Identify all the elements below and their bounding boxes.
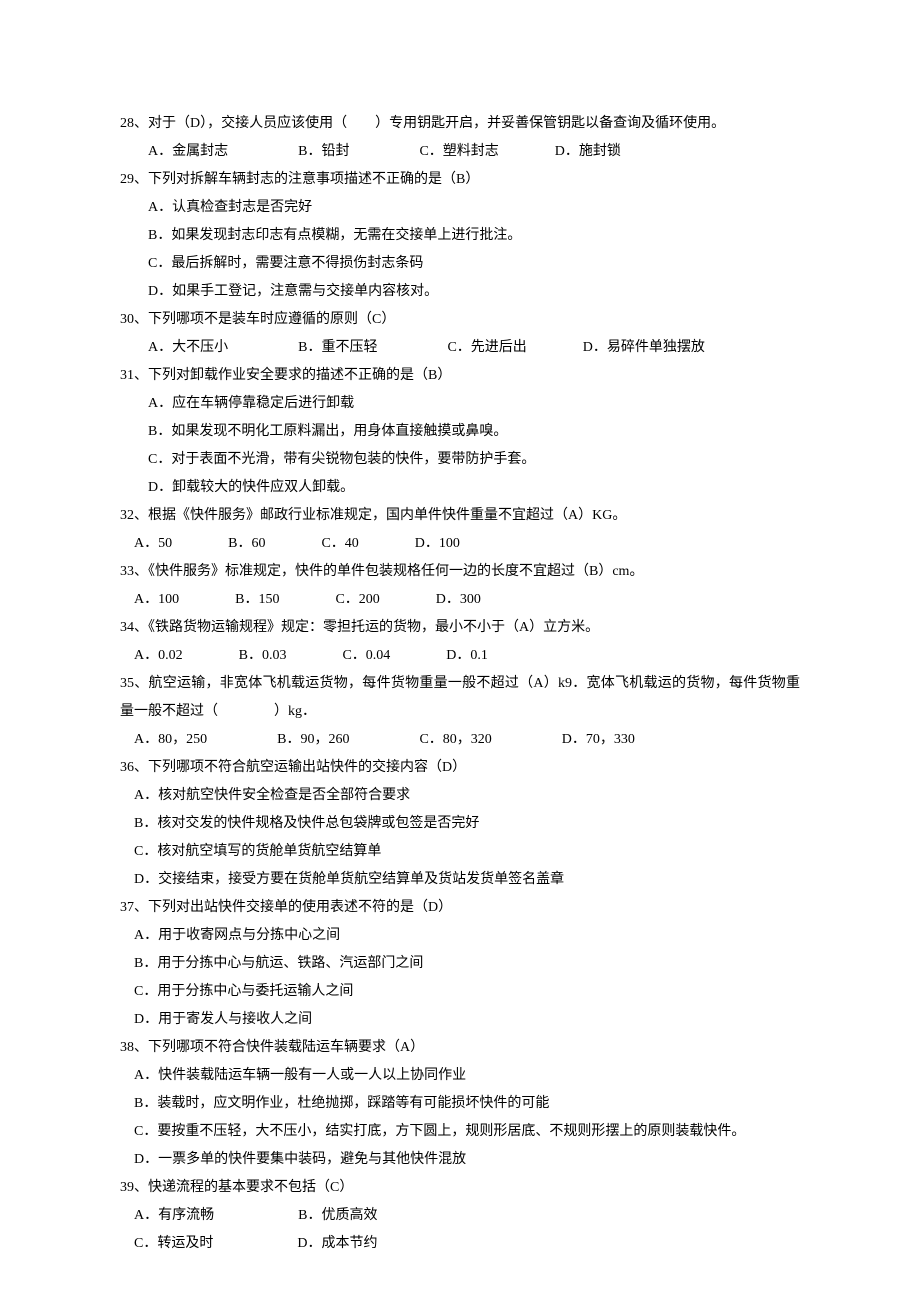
question-option: A．100 B．150 C．200 D．300: [120, 586, 800, 614]
questions-container: 28、对于（D），交接人员应该使用（ ）专用钥匙开启，并妥善保管钥匙以备查询及循…: [120, 110, 800, 1258]
question-body: 对于（D），交接人员应该使用（ ）专用钥匙开启，并妥善保管钥匙以备查询及循环使用…: [148, 116, 725, 131]
question-option: A．用于收寄网点与分拣中心之间: [120, 922, 800, 950]
question-number: 37、: [120, 900, 148, 915]
question-option: D．用于寄发人与接收人之间: [120, 1006, 800, 1034]
question-text: 36、下列哪项不符合航空运输出站快件的交接内容（D）: [120, 754, 800, 782]
question-body: 下列对拆解车辆封志的注意事项描述不正确的是（B）: [148, 172, 479, 187]
question-block: 28、对于（D），交接人员应该使用（ ）专用钥匙开启，并妥善保管钥匙以备查询及循…: [120, 110, 800, 166]
question-number: 32、: [120, 508, 148, 523]
question-block: 35、航空运输，非宽体飞机载运货物，每件货物重量一般不超过（A）k9．宽体飞机载…: [120, 670, 800, 754]
question-option: C．要按重不压轻，大不压小，结实打底，方下圆上，规则形居底、不规则形摆上的原则装…: [120, 1118, 800, 1146]
question-block: 39、快递流程的基本要求不包括（C）A．有序流畅 B．优质高效C．转运及时 D．…: [120, 1174, 800, 1258]
question-block: 38、下列哪项不符合快件装载陆运车辆要求（A）A．快件装载陆运车辆一般有一人或一…: [120, 1034, 800, 1174]
question-option: D．卸载较大的快件应双人卸载。: [120, 474, 800, 502]
question-text: 39、快递流程的基本要求不包括（C）: [120, 1174, 800, 1202]
question-text: 35、航空运输，非宽体飞机载运货物，每件货物重量一般不超过（A）k9．宽体飞机载…: [120, 670, 800, 726]
question-body: 航空运输，非宽体飞机载运货物，每件货物重量一般不超过（A）k9．宽体飞机载运的货…: [120, 676, 800, 719]
question-body: 根据《快件服务》邮政行业标准规定，国内单件快件重量不宜超过（A）KG。: [148, 508, 626, 523]
question-option: A．有序流畅 B．优质高效: [120, 1202, 800, 1230]
question-option: A．大不压小 B．重不压轻 C．先进后出 D．易碎件单独摆放: [120, 334, 800, 362]
question-number: 30、: [120, 312, 148, 327]
question-number: 34、: [120, 620, 148, 635]
question-body: 下列哪项不是装车时应遵循的原则（C）: [148, 312, 395, 327]
question-text: 33、《快件服务》标准规定，快件的单件包装规格任何一边的长度不宜超过（B）cm。: [120, 558, 800, 586]
question-option: A．80，250 B．90，260 C．80，320 D．70，330: [120, 726, 800, 754]
question-block: 30、下列哪项不是装车时应遵循的原则（C）A．大不压小 B．重不压轻 C．先进后…: [120, 306, 800, 362]
question-text: 29、下列对拆解车辆封志的注意事项描述不正确的是（B）: [120, 166, 800, 194]
question-number: 33、: [120, 564, 148, 579]
question-body: 《快件服务》标准规定，快件的单件包装规格任何一边的长度不宜超过（B）cm。: [148, 564, 643, 579]
question-number: 31、: [120, 368, 148, 383]
question-option: C．转运及时 D．成本节约: [120, 1230, 800, 1258]
question-text: 31、下列对卸载作业安全要求的描述不正确的是（B）: [120, 362, 800, 390]
question-body: 下列对出站快件交接单的使用表述不符的是（D）: [148, 900, 452, 915]
question-option: B．装载时，应文明作业，杜绝抛掷，踩踏等有可能损坏快件的可能: [120, 1090, 800, 1118]
question-block: 37、下列对出站快件交接单的使用表述不符的是（D）A．用于收寄网点与分拣中心之间…: [120, 894, 800, 1034]
question-block: 31、下列对卸载作业安全要求的描述不正确的是（B）A．应在车辆停靠稳定后进行卸载…: [120, 362, 800, 502]
question-block: 32、根据《快件服务》邮政行业标准规定，国内单件快件重量不宜超过（A）KG。A．…: [120, 502, 800, 558]
question-body: 下列哪项不符合航空运输出站快件的交接内容（D）: [148, 760, 466, 775]
question-text: 37、下列对出站快件交接单的使用表述不符的是（D）: [120, 894, 800, 922]
question-option: A．快件装载陆运车辆一般有一人或一人以上协同作业: [120, 1062, 800, 1090]
question-option: C．核对航空填写的货舱单货航空结算单: [120, 838, 800, 866]
question-text: 28、对于（D），交接人员应该使用（ ）专用钥匙开启，并妥善保管钥匙以备查询及循…: [120, 110, 800, 138]
question-option: C．用于分拣中心与委托运输人之间: [120, 978, 800, 1006]
question-number: 28、: [120, 116, 148, 131]
document-page: 28、对于（D），交接人员应该使用（ ）专用钥匙开启，并妥善保管钥匙以备查询及循…: [0, 0, 920, 1302]
question-text: 34、《铁路货物运输规程》规定：零担托运的货物，最小不小于（A）立方米。: [120, 614, 800, 642]
question-option: A．核对航空快件安全检查是否全部符合要求: [120, 782, 800, 810]
question-number: 38、: [120, 1040, 148, 1055]
question-option: B．如果发现封志印志有点模糊，无需在交接单上进行批注。: [120, 222, 800, 250]
question-block: 36、下列哪项不符合航空运输出站快件的交接内容（D）A．核对航空快件安全检查是否…: [120, 754, 800, 894]
question-option: A．应在车辆停靠稳定后进行卸载: [120, 390, 800, 418]
question-number: 29、: [120, 172, 148, 187]
question-text: 38、下列哪项不符合快件装载陆运车辆要求（A）: [120, 1034, 800, 1062]
question-block: 34、《铁路货物运输规程》规定：零担托运的货物，最小不小于（A）立方米。A．0.…: [120, 614, 800, 670]
question-option: D．如果手工登记，注意需与交接单内容核对。: [120, 278, 800, 306]
question-number: 39、: [120, 1180, 148, 1195]
question-option: A．0.02 B．0.03 C．0.04 D．0.1: [120, 642, 800, 670]
question-body: 快递流程的基本要求不包括（C）: [148, 1180, 353, 1195]
question-option: B．如果发现不明化工原料漏出，用身体直接触摸或鼻嗅。: [120, 418, 800, 446]
question-block: 33、《快件服务》标准规定，快件的单件包装规格任何一边的长度不宜超过（B）cm。…: [120, 558, 800, 614]
question-option: C．对于表面不光滑，带有尖锐物包装的快件，要带防护手套。: [120, 446, 800, 474]
question-number: 36、: [120, 760, 148, 775]
question-option: A．50 B．60 C．40 D．100: [120, 530, 800, 558]
question-option: D．一票多单的快件要集中装码，避免与其他快件混放: [120, 1146, 800, 1174]
question-text: 32、根据《快件服务》邮政行业标准规定，国内单件快件重量不宜超过（A）KG。: [120, 502, 800, 530]
question-option: B．用于分拣中心与航运、铁路、汽运部门之间: [120, 950, 800, 978]
question-option: A．认真检查封志是否完好: [120, 194, 800, 222]
question-number: 35、: [120, 676, 149, 691]
question-option: A．金属封志 B．铅封 C．塑料封志 D．施封锁: [120, 138, 800, 166]
question-body: 《铁路货物运输规程》规定：零担托运的货物，最小不小于（A）立方米。: [148, 620, 599, 635]
question-option: B．核对交发的快件规格及快件总包袋牌或包签是否完好: [120, 810, 800, 838]
question-body: 下列对卸载作业安全要求的描述不正确的是（B）: [148, 368, 451, 383]
question-text: 30、下列哪项不是装车时应遵循的原则（C）: [120, 306, 800, 334]
question-option: D．交接结束，接受方要在货舱单货航空结算单及货站发货单签名盖章: [120, 866, 800, 894]
question-option: C．最后拆解时，需要注意不得损伤封志条码: [120, 250, 800, 278]
question-body: 下列哪项不符合快件装载陆运车辆要求（A）: [148, 1040, 424, 1055]
question-block: 29、下列对拆解车辆封志的注意事项描述不正确的是（B）A．认真检查封志是否完好B…: [120, 166, 800, 306]
